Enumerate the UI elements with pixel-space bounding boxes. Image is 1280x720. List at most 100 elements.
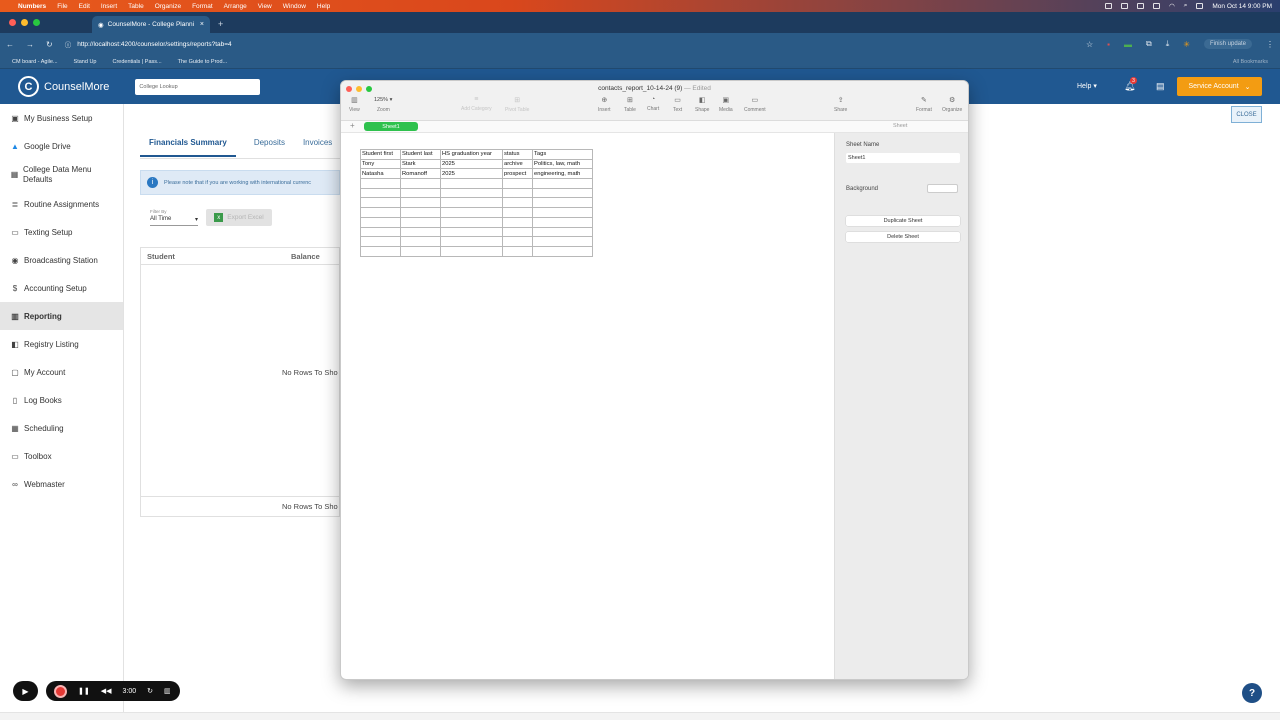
reload-icon[interactable]: ↻ [46, 40, 53, 49]
menu-arrange[interactable]: Arrange [224, 3, 247, 10]
tab-financials-summary[interactable]: Financials Summary [140, 138, 236, 157]
sheet-name-field[interactable]: Sheet1 [846, 153, 960, 163]
browser-tab[interactable]: ◉ CounselMore - College Planni × [92, 16, 210, 33]
help-fab-button[interactable]: ? [1242, 683, 1262, 703]
sidebar-item-log-books[interactable]: ▯ Log Books [0, 386, 123, 414]
table-cell[interactable]: Tags [532, 149, 593, 160]
table-cell[interactable] [400, 197, 441, 209]
inspector-tab-sheet[interactable]: Sheet [893, 123, 907, 129]
table-cell[interactable] [502, 207, 533, 218]
table-cell[interactable] [360, 178, 401, 189]
table-cell[interactable] [400, 236, 441, 247]
table-cell[interactable] [440, 197, 503, 209]
format-tool[interactable]: ✎ Format [916, 96, 932, 113]
table-cell[interactable]: Student first [360, 149, 401, 160]
sidebar-item-google-drive[interactable]: ▲ Google Drive [0, 132, 123, 160]
column-header-balance[interactable]: Balance [291, 252, 320, 261]
delete-sheet-button[interactable]: Delete Sheet [846, 232, 960, 242]
bookmark-item[interactable]: Stand Up [74, 59, 97, 65]
table-cell[interactable] [360, 187, 401, 199]
browser-menu-icon[interactable]: ⋮ [1266, 40, 1274, 49]
export-excel-button[interactable]: x Export Excel [206, 209, 272, 226]
minimize-window-icon[interactable] [21, 19, 28, 26]
help-menu[interactable]: Help ▾ [1077, 82, 1097, 90]
sidebar-item-scheduling[interactable]: ▦ Scheduling [0, 414, 123, 442]
table-cell[interactable] [502, 236, 533, 247]
tab-deposits[interactable]: Deposits [254, 138, 285, 157]
profile-icon[interactable]: ✳ [1183, 40, 1190, 49]
table-cell[interactable] [532, 245, 593, 257]
table-cell[interactable] [532, 216, 593, 228]
url-field[interactable]: ⓘ http://localhost:4200/counselor/settin… [65, 39, 232, 50]
table-cell[interactable]: Romanoff [400, 168, 441, 180]
zoom-value[interactable]: 125% ▾ [374, 97, 392, 103]
table-cell[interactable] [532, 207, 593, 218]
organize-tool[interactable]: ⚙ Organize [942, 96, 962, 113]
table-cell[interactable] [400, 178, 441, 189]
table-cell[interactable] [502, 226, 533, 238]
table-cell[interactable] [360, 197, 401, 209]
zoom-window-icon[interactable] [33, 19, 40, 26]
sheet-tab-sheet1[interactable]: Sheet1 [364, 122, 418, 131]
pivot-table-tool[interactable]: ⊞ Pivot Table [505, 96, 529, 113]
finish-update-button[interactable]: Finish update [1203, 39, 1252, 49]
site-info-icon[interactable]: ⓘ [65, 39, 72, 49]
table-cell[interactable]: prospect [502, 168, 533, 180]
status-icon[interactable] [1153, 3, 1161, 9]
table-cell[interactable]: archive [502, 158, 533, 170]
table-cell[interactable]: engineering, math [532, 168, 593, 180]
stop-recording-button[interactable] [54, 684, 67, 698]
all-bookmarks[interactable]: All Bookmarks [1233, 59, 1268, 65]
extension-icon[interactable]: ▬ [1124, 40, 1132, 49]
table-cell[interactable] [440, 187, 503, 199]
table-cell[interactable]: 2025 [440, 158, 503, 170]
table-cell[interactable]: Politics, law, math [532, 158, 593, 170]
table-cell[interactable] [360, 236, 401, 247]
close-tab-icon[interactable]: × [200, 21, 204, 28]
college-lookup-input[interactable]: College Lookup [135, 78, 261, 95]
table-cell[interactable] [400, 216, 441, 228]
menu-table[interactable]: Table [128, 3, 144, 10]
table-cell[interactable]: HS graduation year [440, 149, 503, 160]
control-center-icon[interactable] [1196, 3, 1204, 9]
menu-edit[interactable]: Edit [79, 3, 90, 10]
table-cell[interactable] [502, 216, 533, 228]
table-cell[interactable]: 2025 [440, 168, 503, 180]
camera-icon[interactable]: ▶︎ [13, 681, 38, 701]
add-category-tool[interactable]: ≡ Add Category [461, 96, 492, 112]
sidebar-item-my-business-setup[interactable]: ▣ My Business Setup [0, 104, 123, 132]
close-window-icon[interactable] [9, 19, 16, 26]
table-cell[interactable] [502, 187, 533, 199]
menu-window[interactable]: Window [283, 3, 306, 10]
menu-file[interactable]: File [57, 3, 67, 10]
table-cell[interactable]: Student last [400, 149, 441, 160]
text-tool[interactable]: ▭ Text [673, 96, 682, 113]
sidebar-item-broadcasting-station[interactable]: ◉ Broadcasting Station [0, 246, 123, 274]
table-cell[interactable] [400, 226, 441, 238]
table-cell[interactable] [360, 207, 401, 218]
chart-tool[interactable]: ◔ Chart [647, 96, 659, 112]
sidebar-item-toolbox[interactable]: ▭ Toolbox [0, 442, 123, 470]
sidebar-item-my-account[interactable]: ▢ My Account [0, 358, 123, 386]
table-cell[interactable]: Natasha [360, 168, 401, 180]
download-icon[interactable]: ⤓ [1166, 39, 1170, 49]
menu-app-numbers[interactable]: Numbers [18, 3, 46, 10]
zoom-tool[interactable]: Zoom [377, 107, 390, 113]
table-tool[interactable]: ⊞ Table [624, 96, 636, 113]
sidebar-item-college-data-menu-defaults[interactable]: ▦ College Data Menu Defaults [0, 160, 123, 190]
background-color-well[interactable] [927, 184, 958, 193]
rewind-icon[interactable]: ◀◀ [101, 687, 112, 695]
extension-icon[interactable]: ▪ [1107, 40, 1110, 49]
table-cell[interactable] [532, 187, 593, 199]
menu-organize[interactable]: Organize [155, 3, 181, 10]
comment-tool[interactable]: ▭ Comment [744, 96, 766, 113]
status-icon[interactable] [1105, 3, 1113, 9]
sidebar-item-webmaster[interactable]: ∞ Webmaster [0, 470, 123, 498]
add-sheet-icon[interactable]: + [350, 121, 355, 130]
table-cell[interactable]: Tony [360, 158, 401, 170]
menu-help[interactable]: Help [317, 3, 330, 10]
table-cell[interactable] [360, 245, 401, 257]
bookmark-item[interactable]: Credentials | Pass... [112, 59, 161, 65]
table-cell[interactable] [360, 226, 401, 238]
table-cell[interactable] [360, 216, 401, 228]
